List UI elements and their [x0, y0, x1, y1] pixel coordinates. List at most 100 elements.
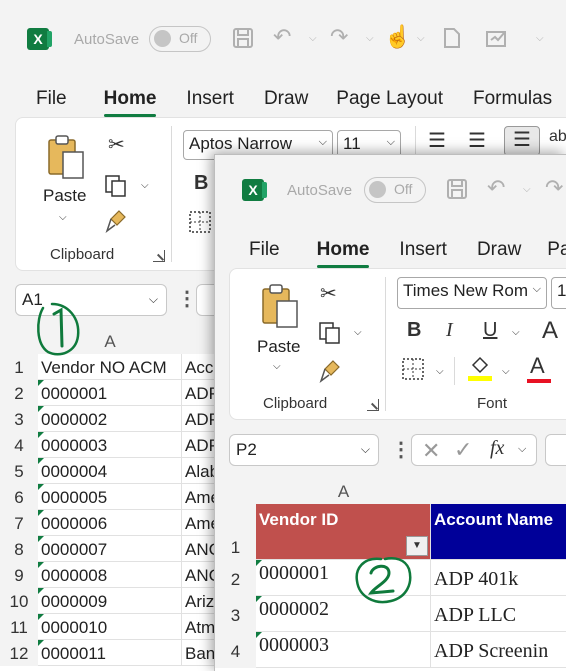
- menu-page-layout[interactable]: Pa: [547, 239, 566, 261]
- autosave-toggle[interactable]: Off: [364, 177, 426, 203]
- bold-button[interactable]: B: [194, 172, 208, 195]
- formula-expand-icon[interactable]: ⌵: [518, 443, 526, 456]
- touch-mode-icon[interactable]: ☝: [384, 26, 411, 48]
- row-number[interactable]: 10: [0, 588, 38, 614]
- column-header-a[interactable]: A: [256, 478, 431, 504]
- redo-icon[interactable]: ↷: [545, 177, 563, 199]
- paste-icon[interactable]: [260, 283, 300, 335]
- clipboard-launcher-icon[interactable]: [153, 250, 165, 262]
- underline-dropdown-icon[interactable]: ⌵: [512, 327, 520, 338]
- clipboard-launcher-icon[interactable]: [367, 399, 379, 411]
- row-number[interactable]: 5: [0, 458, 38, 484]
- copy-icon[interactable]: [318, 321, 342, 351]
- format-painter-icon[interactable]: [105, 209, 129, 239]
- row-number[interactable]: 2: [0, 380, 38, 406]
- row-number[interactable]: 7: [0, 510, 38, 536]
- row-number[interactable]: 4: [215, 632, 256, 668]
- grow-font-button[interactable]: A: [542, 317, 558, 345]
- borders-dropdown-icon[interactable]: ⌵: [436, 366, 444, 377]
- table-cell[interactable]: 0000009: [38, 588, 182, 614]
- cut-icon[interactable]: ✂: [108, 132, 125, 157]
- autosave-toggle[interactable]: Off: [149, 26, 211, 52]
- table-cell[interactable]: ADP 401k: [431, 560, 566, 596]
- customize-toolbar-icon[interactable]: ⌵: [536, 33, 544, 44]
- undo-icon[interactable]: ↶: [273, 26, 291, 48]
- font-color-button[interactable]: A: [527, 353, 551, 383]
- redo-icon[interactable]: ↷: [330, 26, 348, 48]
- row-number[interactable]: 1: [215, 504, 256, 560]
- table-cell[interactable]: 0000003: [38, 432, 182, 458]
- undo-icon[interactable]: ↶: [487, 177, 505, 199]
- font-name-box[interactable]: Times New Rom ⌵: [397, 277, 547, 309]
- cut-icon[interactable]: ✂: [320, 281, 337, 306]
- select-all-corner[interactable]: [215, 478, 256, 504]
- confirm-entry-icon[interactable]: ✓: [454, 437, 472, 463]
- sign-icon[interactable]: [485, 27, 509, 53]
- menu-insert[interactable]: Insert: [399, 239, 447, 261]
- menu-draw[interactable]: Draw: [477, 239, 521, 261]
- row-number[interactable]: 12: [0, 640, 38, 666]
- table-cell[interactable]: 0000001: [38, 380, 182, 406]
- italic-button[interactable]: I: [446, 319, 453, 342]
- align-middle-icon[interactable]: ☰: [468, 128, 486, 153]
- borders-icon[interactable]: [401, 357, 425, 387]
- align-bottom-icon[interactable]: ☰: [504, 126, 540, 156]
- row-number[interactable]: 3: [0, 406, 38, 432]
- fill-color-icon[interactable]: [467, 355, 493, 387]
- row-number[interactable]: 8: [0, 536, 38, 562]
- paste-dropdown-icon[interactable]: ⌵: [273, 361, 281, 372]
- row-number[interactable]: 4: [0, 432, 38, 458]
- undo-dropdown-icon[interactable]: ⌵: [523, 184, 531, 195]
- table-cell[interactable]: 0000004: [38, 458, 182, 484]
- copy-icon[interactable]: [104, 174, 128, 204]
- touch-dropdown-icon[interactable]: ⌵: [417, 33, 425, 44]
- menu-file[interactable]: File: [249, 239, 280, 261]
- cancel-entry-icon[interactable]: ✕: [422, 438, 440, 464]
- redo-dropdown-icon[interactable]: ⌵: [366, 33, 374, 44]
- row-number[interactable]: 2: [215, 560, 256, 596]
- row-number[interactable]: 3: [215, 596, 256, 632]
- account-name-header[interactable]: Account Name: [431, 504, 566, 560]
- table-cell[interactable]: 0000010: [38, 614, 182, 640]
- table-cell[interactable]: 0000007: [38, 536, 182, 562]
- select-all-corner[interactable]: [0, 328, 38, 354]
- paste-icon[interactable]: [46, 134, 86, 186]
- row-number[interactable]: 11: [0, 614, 38, 640]
- insert-function-icon[interactable]: fx: [490, 437, 504, 460]
- column-header-b[interactable]: [431, 478, 566, 504]
- menu-draw[interactable]: Draw: [264, 88, 308, 110]
- table-cell[interactable]: 0000011: [38, 640, 182, 666]
- filter-dropdown-icon[interactable]: ▼: [406, 536, 428, 556]
- font-size-box[interactable]: 12: [551, 277, 566, 309]
- table-cell[interactable]: 0000003: [256, 632, 431, 668]
- row-number[interactable]: 1: [0, 354, 38, 380]
- bold-button[interactable]: B: [407, 319, 421, 342]
- menu-page-layout[interactable]: Page Layout: [336, 88, 443, 110]
- table-cell[interactable]: 0000008: [38, 562, 182, 588]
- row-number[interactable]: 6: [0, 484, 38, 510]
- menu-home[interactable]: Home: [103, 88, 156, 117]
- table-cell[interactable]: ADP LLC: [431, 596, 566, 632]
- new-file-icon[interactable]: [443, 27, 461, 53]
- more-options-icon[interactable]: ⋮: [177, 286, 197, 311]
- row-number[interactable]: 9: [0, 562, 38, 588]
- table-cell[interactable]: 0000005: [38, 484, 182, 510]
- format-painter-icon[interactable]: [319, 359, 343, 389]
- table-cell[interactable]: 0000002: [38, 406, 182, 432]
- menu-file[interactable]: File: [36, 88, 67, 110]
- menu-formulas[interactable]: Formulas: [473, 88, 552, 110]
- wrap-text-icon[interactable]: ab: [549, 128, 566, 146]
- more-options-icon[interactable]: ⋮: [391, 437, 411, 462]
- align-top-icon[interactable]: ☰: [428, 128, 446, 153]
- underline-button[interactable]: U: [483, 319, 497, 342]
- save-icon[interactable]: [232, 27, 254, 53]
- undo-dropdown-icon[interactable]: ⌵: [309, 33, 317, 44]
- borders-icon[interactable]: [188, 210, 212, 240]
- paste-dropdown-icon[interactable]: ⌵: [59, 212, 67, 223]
- table-cell[interactable]: ADP Screenin: [431, 632, 566, 668]
- fill-color-dropdown-icon[interactable]: ⌵: [502, 366, 510, 377]
- menu-insert[interactable]: Insert: [186, 88, 234, 110]
- formula-bar[interactable]: [545, 434, 566, 466]
- name-box[interactable]: P2 ⌵: [229, 434, 379, 466]
- paste-label[interactable]: Paste: [43, 186, 86, 206]
